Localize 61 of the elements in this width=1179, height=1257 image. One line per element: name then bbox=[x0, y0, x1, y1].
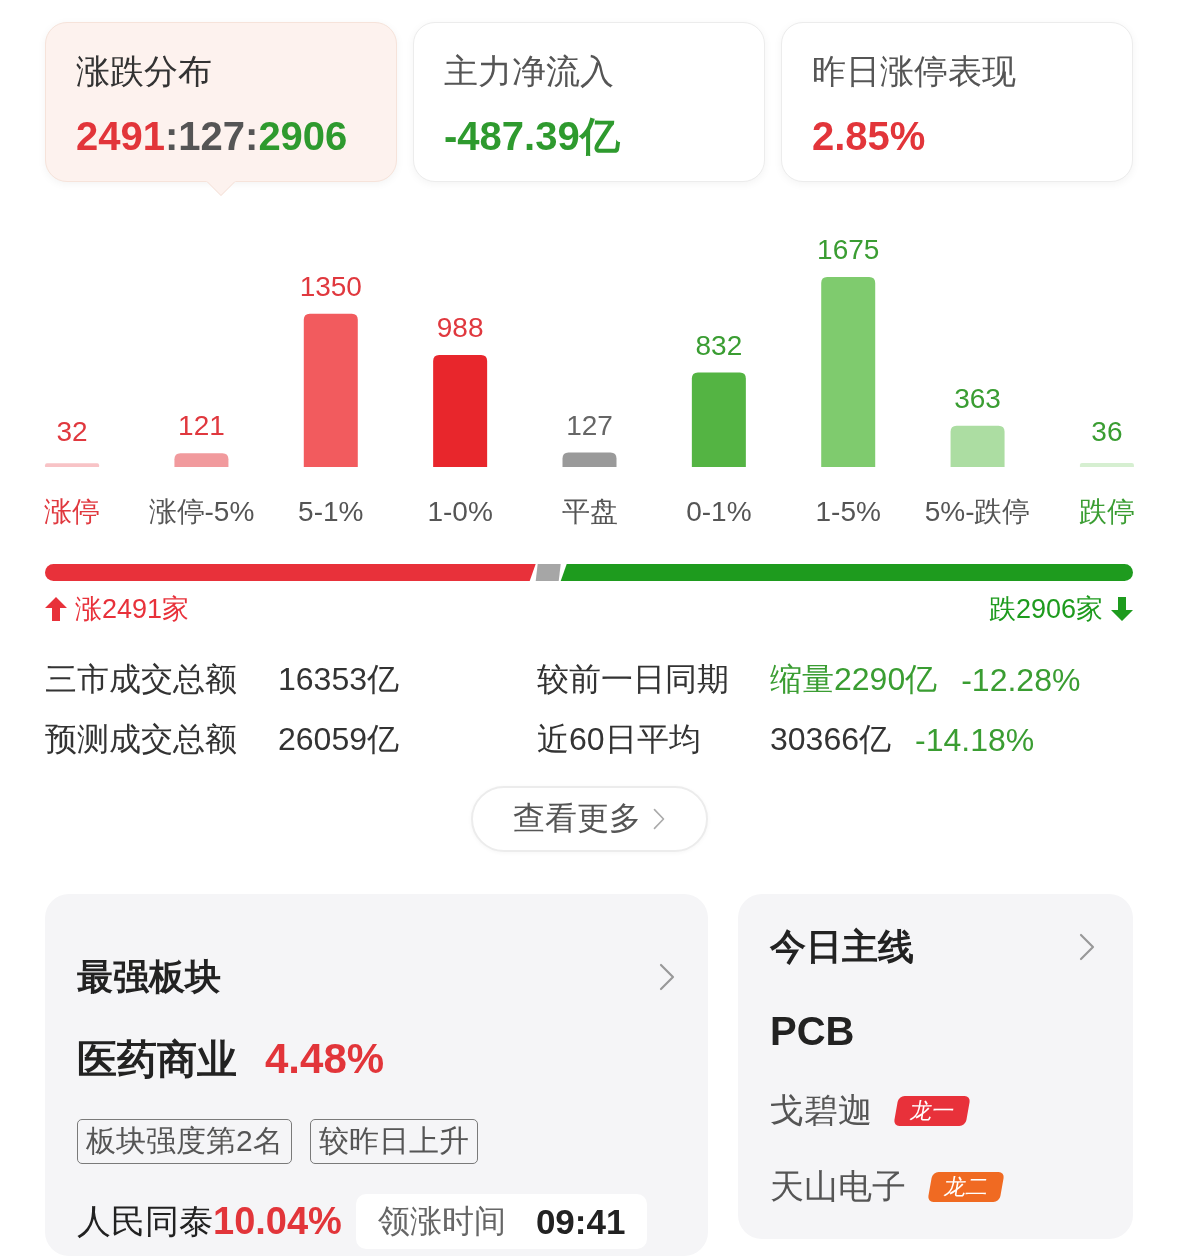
theme-name: PCB bbox=[770, 1009, 855, 1053]
lead-time-label: 领涨时间 bbox=[377, 1201, 506, 1241]
bar-value-label: 32 bbox=[56, 416, 88, 447]
bar-value-label: 36 bbox=[1091, 416, 1123, 447]
category-label: 涨停 bbox=[44, 496, 101, 527]
bar-value-label: 1350 bbox=[299, 270, 362, 302]
down-arrow-icon bbox=[1111, 597, 1133, 621]
sector-tag: 板块强度第2名 bbox=[77, 1119, 292, 1164]
category-label: 涨停-5% bbox=[148, 496, 255, 527]
category-label: 5%-跌停 bbox=[924, 496, 1031, 527]
sector-name: 医药商业 bbox=[77, 1035, 237, 1083]
tab-value: -487.39亿 bbox=[444, 113, 621, 160]
category-label: 跌停 bbox=[1078, 496, 1135, 527]
tab-pointer-icon bbox=[206, 181, 236, 197]
chevron-right-icon[interactable] bbox=[653, 808, 665, 830]
stat-label: 预测成交总额 bbox=[45, 720, 238, 759]
bar-value-label: 127 bbox=[566, 409, 613, 441]
rising-count: 涨2491家 bbox=[75, 593, 190, 626]
bar-value-label: 121 bbox=[178, 410, 225, 442]
bar-value-label: 363 bbox=[954, 382, 1001, 414]
bar-value-label: 832 bbox=[695, 329, 743, 361]
rank-badge: 龙二 bbox=[927, 1172, 1005, 1202]
stat-value: 16353亿 bbox=[278, 660, 400, 699]
compare-value: 缩量2290亿 bbox=[770, 660, 938, 699]
tab-title: 昨日涨停表现 bbox=[812, 51, 1017, 92]
compare-label: 较前一日同期 bbox=[537, 660, 730, 699]
stat-value: 26059亿 bbox=[278, 720, 400, 759]
change-value: -14.18% bbox=[915, 721, 1035, 759]
category-label: 1-5% bbox=[815, 496, 881, 527]
card-title: 今日主线 bbox=[770, 924, 914, 969]
tab-value: 2491:127:2906 bbox=[76, 113, 349, 160]
up-arrow-icon bbox=[45, 597, 67, 621]
rank-badge: 龙一 bbox=[893, 1096, 971, 1126]
stock-name: 戈碧迦 bbox=[770, 1090, 872, 1131]
category-label: 平盘 bbox=[561, 496, 618, 527]
category-label: 1-0% bbox=[427, 496, 493, 527]
category-label: 5-1% bbox=[298, 496, 364, 527]
tab-title: 涨跌分布 bbox=[76, 51, 213, 92]
compare-label: 近60日平均 bbox=[537, 720, 702, 759]
chevron-right-icon[interactable] bbox=[659, 963, 675, 991]
lead-time-value: 09:41 bbox=[535, 1201, 626, 1242]
bar-value-label: 1675 bbox=[817, 234, 880, 265]
card-title: 最强板块 bbox=[77, 954, 221, 999]
leader-change: 10.04% bbox=[213, 1200, 342, 1243]
summary-tab[interactable]: 主力净流入 -487.39亿 bbox=[413, 22, 765, 182]
sector-change: 4.48% bbox=[265, 1035, 385, 1083]
leader-name: 人民同泰 bbox=[77, 1200, 213, 1242]
tab-title: 主力净流入 bbox=[444, 51, 615, 92]
stock-name: 天山电子 bbox=[770, 1166, 906, 1207]
chevron-right-icon[interactable] bbox=[1079, 933, 1095, 961]
tab-value: 2.85% bbox=[812, 113, 927, 160]
summary-tab[interactable]: 昨日涨停表现 2.85% bbox=[781, 22, 1133, 182]
more-button[interactable]: 查看更多 bbox=[470, 786, 708, 852]
falling-count: 跌2906家 bbox=[988, 593, 1103, 626]
summary-tab[interactable]: 涨跌分布 2491:127:2906 bbox=[45, 22, 397, 182]
compare-value: 30366亿 bbox=[770, 720, 891, 759]
sector-tag: 较昨日上升 bbox=[309, 1119, 478, 1164]
category-label: 0-1% bbox=[686, 496, 752, 527]
stat-label: 三市成交总额 bbox=[45, 660, 238, 699]
bar-value-label: 988 bbox=[436, 311, 484, 343]
change-value: -12.28% bbox=[961, 661, 1081, 699]
